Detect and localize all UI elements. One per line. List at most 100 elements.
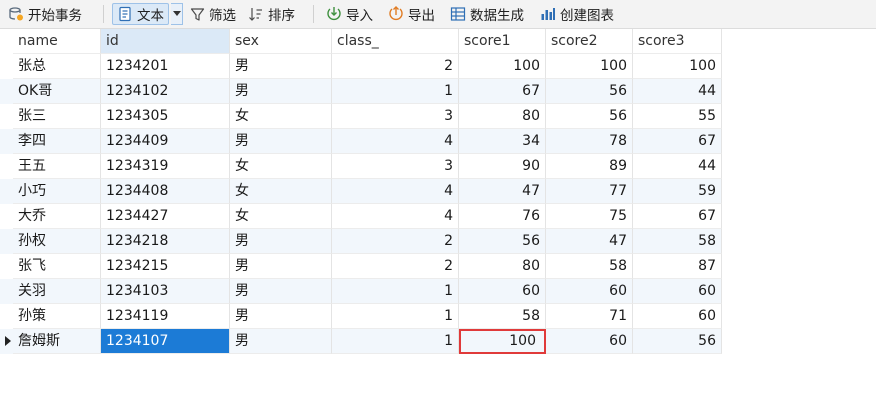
table-cell-sex[interactable]: 男 (230, 279, 332, 304)
table-cell-score1[interactable]: 67 (459, 79, 546, 104)
table-cell-class[interactable]: 2 (332, 229, 459, 254)
column-header-sex[interactable]: sex (230, 29, 332, 54)
table-cell-id[interactable]: 1234427 (101, 204, 230, 229)
table-cell-sex[interactable]: 男 (230, 329, 332, 354)
table-cell-sex[interactable]: 男 (230, 229, 332, 254)
table-cell-id[interactable]: 1234107 (101, 329, 230, 354)
table-cell-score1[interactable]: 76 (459, 204, 546, 229)
table-cell-class[interactable]: 3 (332, 154, 459, 179)
table-cell-name[interactable]: 张飞 (13, 254, 101, 279)
generate-data-button[interactable]: 数据生成 (450, 3, 524, 25)
text-view-button[interactable]: 文本 (112, 3, 169, 25)
table-cell-score3[interactable]: 59 (633, 179, 722, 204)
table-row[interactable]: 张三 1234305 女 3 80 56 55 (0, 104, 722, 129)
table-cell-name[interactable]: 小巧 (13, 179, 101, 204)
table-cell-name[interactable]: 李四 (13, 129, 101, 154)
table-cell-score1[interactable]: 56 (459, 229, 546, 254)
table-cell-score1[interactable]: 34 (459, 129, 546, 154)
table-cell-class[interactable]: 4 (332, 179, 459, 204)
table-cell-id[interactable]: 1234215 (101, 254, 230, 279)
table-cell-sex[interactable]: 女 (230, 204, 332, 229)
table-cell-name[interactable]: 孙策 (13, 304, 101, 329)
table-row[interactable]: 小巧 1234408 女 4 47 77 59 (0, 179, 722, 204)
table-cell-score2[interactable]: 60 (546, 329, 633, 354)
text-view-dropdown[interactable] (171, 3, 183, 25)
table-cell-score3[interactable]: 44 (633, 79, 722, 104)
table-cell-score1[interactable]: 100 (459, 329, 546, 354)
table-cell-class[interactable]: 4 (332, 204, 459, 229)
table-cell-score3[interactable]: 87 (633, 254, 722, 279)
table-cell-class[interactable]: 3 (332, 104, 459, 129)
table-cell-score1[interactable]: 60 (459, 279, 546, 304)
create-chart-button[interactable]: 创建图表 (540, 3, 614, 25)
table-cell-score3[interactable]: 44 (633, 154, 722, 179)
table-row[interactable]: 詹姆斯 1234107 男 1 100 60 56 (0, 329, 722, 354)
table-cell-class[interactable]: 1 (332, 304, 459, 329)
table-cell-class[interactable]: 2 (332, 54, 459, 79)
table-cell-score2[interactable]: 58 (546, 254, 633, 279)
sort-button[interactable]: 排序 (248, 3, 295, 25)
column-header-score3[interactable]: score3 (633, 29, 722, 54)
table-cell-class[interactable]: 1 (332, 279, 459, 304)
table-cell-score3[interactable]: 67 (633, 204, 722, 229)
table-cell-sex[interactable]: 男 (230, 79, 332, 104)
table-cell-id[interactable]: 1234409 (101, 129, 230, 154)
table-cell-name[interactable]: 大乔 (13, 204, 101, 229)
table-cell-score1[interactable]: 100 (459, 54, 546, 79)
table-cell-score1[interactable]: 47 (459, 179, 546, 204)
table-cell-id[interactable]: 1234201 (101, 54, 230, 79)
table-cell-score3[interactable]: 100 (633, 54, 722, 79)
table-cell-score3[interactable]: 58 (633, 229, 722, 254)
table-cell-id[interactable]: 1234102 (101, 79, 230, 104)
table-cell-score1[interactable]: 80 (459, 254, 546, 279)
table-cell-score2[interactable]: 56 (546, 79, 633, 104)
table-cell-score2[interactable]: 47 (546, 229, 633, 254)
table-cell-score3[interactable]: 67 (633, 129, 722, 154)
table-cell-class[interactable]: 4 (332, 129, 459, 154)
table-cell-id[interactable]: 1234319 (101, 154, 230, 179)
column-header-id[interactable]: id (101, 29, 230, 54)
table-cell-score1[interactable]: 90 (459, 154, 546, 179)
table-cell-id[interactable]: 1234119 (101, 304, 230, 329)
column-header-score1[interactable]: score1 (459, 29, 546, 54)
table-cell-name[interactable]: 孙权 (13, 229, 101, 254)
table-cell-sex[interactable]: 女 (230, 104, 332, 129)
table-cell-name[interactable]: 詹姆斯 (13, 329, 101, 354)
column-header-class[interactable]: class_ (332, 29, 459, 54)
table-row[interactable]: 大乔 1234427 女 4 76 75 67 (0, 204, 722, 229)
table-cell-score2[interactable]: 100 (546, 54, 633, 79)
table-cell-name[interactable]: 张三 (13, 104, 101, 129)
table-cell-name[interactable]: 关羽 (13, 279, 101, 304)
table-cell-score2[interactable]: 71 (546, 304, 633, 329)
table-cell-score2[interactable]: 60 (546, 279, 633, 304)
table-cell-name[interactable]: OK哥 (13, 79, 101, 104)
table-row[interactable]: 李四 1234409 男 4 34 78 67 (0, 129, 722, 154)
table-cell-score3[interactable]: 56 (633, 329, 722, 354)
begin-transaction-button[interactable]: 开始事务 (8, 3, 82, 25)
table-cell-id[interactable]: 1234408 (101, 179, 230, 204)
table-cell-name[interactable]: 张总 (13, 54, 101, 79)
table-row[interactable]: 王五 1234319 女 3 90 89 44 (0, 154, 722, 179)
table-cell-sex[interactable]: 男 (230, 54, 332, 79)
table-cell-score2[interactable]: 56 (546, 104, 633, 129)
table-cell-id[interactable]: 1234305 (101, 104, 230, 129)
table-cell-id[interactable]: 1234218 (101, 229, 230, 254)
table-row[interactable]: 孙策 1234119 男 1 58 71 60 (0, 304, 722, 329)
table-cell-class[interactable]: 2 (332, 254, 459, 279)
table-row[interactable]: 张飞 1234215 男 2 80 58 87 (0, 254, 722, 279)
table-cell-sex[interactable]: 男 (230, 254, 332, 279)
table-cell-sex[interactable]: 男 (230, 129, 332, 154)
table-cell-score2[interactable]: 77 (546, 179, 633, 204)
table-cell-score1[interactable]: 80 (459, 104, 546, 129)
table-cell-score2[interactable]: 89 (546, 154, 633, 179)
table-cell-sex[interactable]: 女 (230, 179, 332, 204)
export-button[interactable]: 导出 (388, 3, 435, 25)
table-cell-id[interactable]: 1234103 (101, 279, 230, 304)
table-cell-class[interactable]: 1 (332, 79, 459, 104)
table-row[interactable]: OK哥 1234102 男 1 67 56 44 (0, 79, 722, 104)
import-button[interactable]: 导入 (326, 3, 373, 25)
table-row[interactable]: 关羽 1234103 男 1 60 60 60 (0, 279, 722, 304)
column-header-score2[interactable]: score2 (546, 29, 633, 54)
table-cell-score3[interactable]: 55 (633, 104, 722, 129)
table-cell-score3[interactable]: 60 (633, 279, 722, 304)
